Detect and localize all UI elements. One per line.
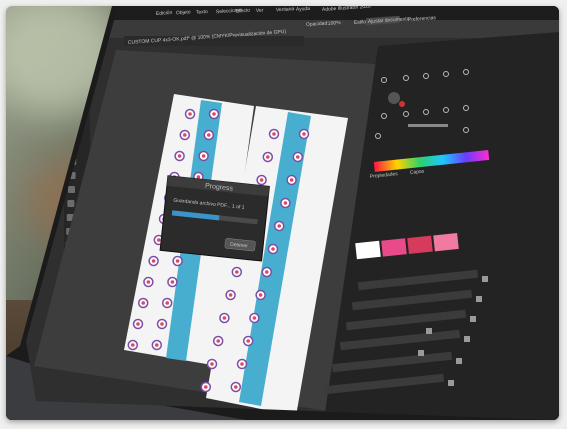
cup-logo-center (210, 362, 214, 366)
cup-logo-center (175, 259, 180, 263)
menu-item[interactable]: Edición (156, 10, 173, 17)
tool-icon[interactable] (67, 200, 75, 207)
color-swatch[interactable] (381, 238, 407, 257)
progress-dialog: Progress Guardando archivo PDF... 1 of 1… (159, 175, 270, 262)
cup-logo-center (201, 154, 206, 158)
layer-action-icon[interactable] (418, 350, 424, 356)
cup-logo-center (283, 201, 288, 205)
cup-logo-center (240, 362, 244, 366)
layer-action-icon[interactable] (456, 358, 462, 364)
cup-logo-center (207, 133, 211, 137)
cup-logo-center (141, 301, 145, 305)
color-swatch[interactable] (355, 240, 381, 260)
layer-action-icon[interactable] (476, 296, 482, 302)
cup-logo-center (246, 339, 250, 343)
tool-icon[interactable] (74, 46, 81, 53)
cup-logo-center (277, 224, 282, 228)
cup-logo-center (272, 132, 276, 136)
cup-logo-center (160, 322, 164, 326)
photo-stage: Edición Objeto Texto Seleccionar Efecto Ver Ve… (0, 0, 567, 429)
cup-logo-center (151, 259, 156, 263)
tool-icon[interactable] (68, 186, 75, 193)
cup-logo-center (131, 343, 135, 347)
layer-action-icon[interactable] (426, 328, 432, 334)
cup-logo-center (204, 385, 208, 389)
cup-logo-center (235, 270, 239, 274)
cup-logo-center (146, 280, 151, 284)
layer-action-icon[interactable] (482, 276, 488, 282)
layer-action-icon[interactable] (470, 316, 476, 322)
cup-logo-center (136, 322, 140, 326)
cup-logo-center (265, 270, 269, 274)
cup-logo-center (155, 343, 159, 347)
cup-logo-center (302, 132, 306, 136)
laptop: Edición Objeto Texto SeleccionarEfecto Ver Ve… (6, 6, 559, 420)
cup-logo-center (296, 155, 300, 159)
cup-logo-center (252, 316, 257, 320)
tool-icon[interactable] (71, 116, 78, 123)
cup-logo-center (271, 247, 275, 251)
color-swatch[interactable] (433, 232, 459, 252)
cup-logo-center (188, 112, 192, 116)
cup-logo-center (222, 316, 227, 320)
menu-item[interactable]: Texto (196, 9, 209, 16)
photo-frame: Edición Objeto Texto Seleccionar Efecto Ver Ve… (6, 6, 559, 420)
control-style: Estilo: (354, 19, 368, 26)
tool-icon[interactable] (73, 60, 81, 67)
menu-item[interactable]: Objeto (176, 9, 191, 16)
cup-logo-center (216, 339, 220, 343)
cup-logo-center (258, 293, 263, 297)
tool-icon[interactable] (72, 88, 80, 95)
cup-logo-center (165, 301, 169, 305)
layer-action-icon[interactable] (448, 380, 454, 386)
cup-logo-center (234, 385, 238, 389)
menu-item[interactable]: Ver (256, 7, 264, 14)
laptop-screen: Edición Objeto Texto SeleccionarEfecto Ver Ve… (26, 6, 559, 420)
cup-logo-center (170, 280, 175, 284)
tool-icon[interactable] (72, 74, 80, 81)
layer-action-icon[interactable] (464, 336, 470, 342)
cup-logo-center (212, 112, 216, 116)
tool-icon[interactable] (70, 130, 78, 137)
control-value[interactable]: 100% (328, 20, 342, 27)
color-swatch[interactable] (407, 235, 433, 255)
cup-logo-center (183, 133, 187, 137)
cup-logo-center (228, 293, 233, 297)
cup-logo-center (289, 178, 294, 182)
menu-item[interactable]: Ayuda (296, 6, 311, 13)
cup-logo-center (266, 155, 270, 159)
cup-logo-center (177, 154, 182, 158)
cup-logo-center (259, 178, 264, 182)
tool-icon[interactable] (71, 102, 79, 109)
cup-logo-center (196, 175, 201, 179)
menu-item[interactable]: Efecto (236, 8, 251, 15)
cup-logo-center (157, 238, 161, 242)
menu-item[interactable]: Ventana (276, 6, 295, 13)
